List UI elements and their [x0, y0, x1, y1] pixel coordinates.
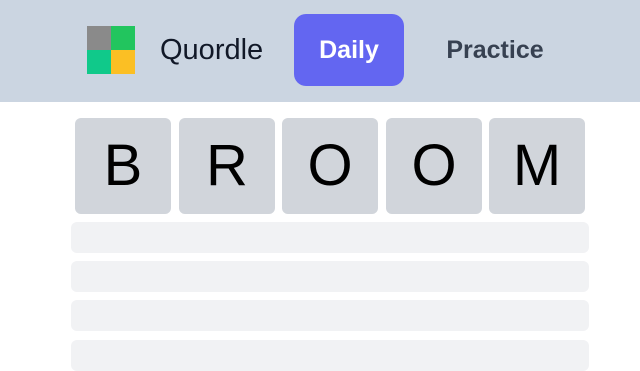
- guess-tile-3: O: [282, 118, 378, 214]
- empty-guess-row: [71, 261, 589, 292]
- empty-guess-row: [71, 340, 589, 371]
- guess-tile-1: B: [75, 118, 171, 214]
- empty-guess-row: [71, 222, 589, 253]
- logo-quadrant-top-right: [111, 26, 135, 50]
- header-bar: Quordle Daily Practice: [0, 0, 640, 102]
- logo-quadrant-bottom-left: [87, 50, 111, 74]
- empty-guess-row: [71, 300, 589, 331]
- tab-daily[interactable]: Daily: [294, 14, 404, 86]
- brand-name[interactable]: Quordle: [160, 30, 263, 70]
- guess-tile-5: M: [489, 118, 585, 214]
- game-board: B R O O M: [0, 102, 640, 371]
- logo-quadrant-bottom-right: [111, 50, 135, 74]
- logo-quadrant-top-left: [87, 26, 111, 50]
- guess-tile-2: R: [179, 118, 275, 214]
- quordle-logo-icon[interactable]: [87, 26, 135, 74]
- guess-tile-4: O: [386, 118, 482, 214]
- tab-practice[interactable]: Practice: [424, 14, 566, 86]
